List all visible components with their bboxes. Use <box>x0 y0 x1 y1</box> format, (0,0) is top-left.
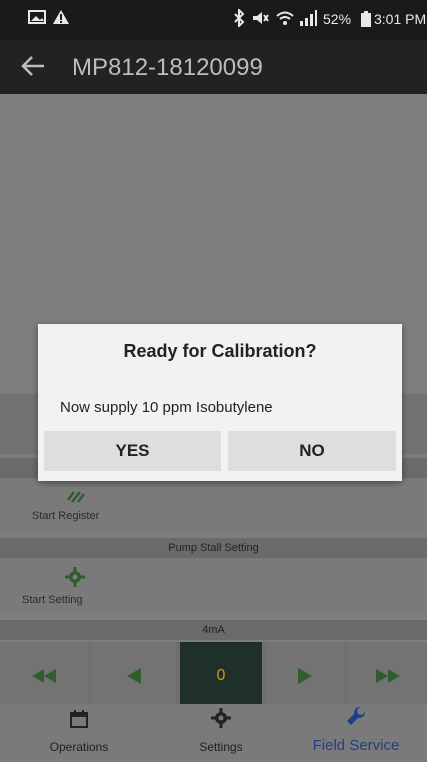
battery-percentage: 52% <box>323 11 352 27</box>
start-register-label: Start Register <box>32 510 100 522</box>
pump-stall-setting-header: Pump Stall Setting <box>0 538 427 558</box>
start-setting-label: Start Setting <box>22 594 83 606</box>
adjust-controls: 0 <box>0 642 427 710</box>
calibration-dialog: Ready for Calibration? Now supply 10 ppm… <box>38 324 402 481</box>
bluetooth-icon <box>233 7 245 30</box>
tab-operations-label: Operations <box>49 740 109 754</box>
wrench-icon <box>344 704 368 733</box>
step-back-button[interactable] <box>92 642 176 710</box>
app-bar: MP812-18120099 <box>0 40 427 94</box>
alert-icon <box>52 9 70 28</box>
clock: 3:01 PM <box>374 11 427 27</box>
fast-rewind-button[interactable] <box>0 642 88 710</box>
value-display: 0 <box>180 642 262 710</box>
fast-forward-button[interactable] <box>348 642 427 710</box>
bottom-nav: Operations Settings Field Service <box>0 704 427 762</box>
register-icon <box>66 486 88 511</box>
back-arrow-icon[interactable] <box>20 54 46 85</box>
tab-operations[interactable]: Operations <box>8 704 150 762</box>
step-forward-button[interactable] <box>266 642 344 710</box>
yes-button[interactable]: YES <box>44 431 221 471</box>
battery-icon <box>360 10 372 31</box>
tab-settings[interactable]: Settings <box>150 704 292 762</box>
start-register-panel[interactable]: Start Register <box>0 478 427 534</box>
calendar-icon <box>69 709 89 734</box>
image-icon <box>28 10 46 27</box>
mute-icon <box>251 9 269 30</box>
settings-gear-icon <box>210 707 232 734</box>
page-title: MP812-18120099 <box>72 54 263 81</box>
wifi-icon <box>275 9 295 30</box>
no-button[interactable]: NO <box>228 431 396 471</box>
start-setting-panel[interactable]: Start Setting <box>0 558 427 614</box>
dialog-title: Ready for Calibration? <box>123 341 317 361</box>
gear-icon <box>64 566 86 593</box>
tab-field-service-label: Field Service <box>312 737 400 754</box>
status-bar: 52% 3:01 PM <box>0 0 427 40</box>
tab-field-service[interactable]: Field Service <box>285 704 427 762</box>
signal-icon <box>299 9 317 30</box>
dialog-message: Now supply 10 ppm Isobutylene <box>60 399 273 416</box>
ma-header: 4mA <box>0 620 427 640</box>
tab-settings-label: Settings <box>199 740 243 754</box>
